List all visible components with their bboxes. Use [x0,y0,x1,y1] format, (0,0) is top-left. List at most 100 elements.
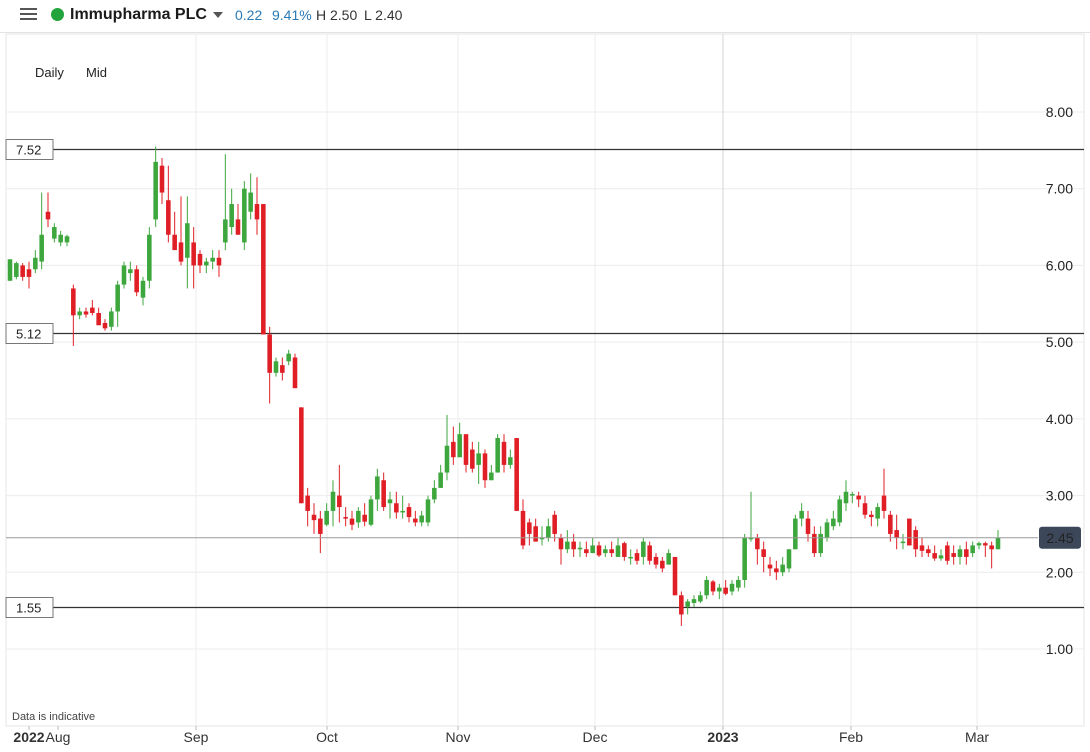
interval-selector[interactable]: Daily [35,65,64,80]
candle [774,560,779,580]
price-level-label: 1.55 [16,601,41,616]
candle-body [913,530,918,550]
candle-body [273,361,279,373]
candle [172,211,177,251]
x-tick-label: Mar [965,729,989,745]
candle [223,154,228,251]
candle [96,307,101,326]
candle [552,510,557,542]
candle [400,495,405,519]
candle-body [590,545,595,554]
candle [489,464,494,481]
candle [742,533,747,588]
candle [102,319,108,331]
candle-body [337,495,342,508]
candle-body [248,192,253,212]
candle-body [736,579,741,588]
price-level-label: 7.52 [16,143,41,158]
candle-body [482,453,488,481]
candle-body [691,599,697,603]
candle [945,541,950,565]
candle-body [660,560,665,569]
y-tick-label: 6.00 [1046,257,1073,273]
candle-body [292,357,298,389]
x-tick-label: Sep [184,729,209,745]
candle-body [33,257,38,270]
candle [140,276,146,306]
x-axis: 2022 Aug Sep Oct Nov Dec 2023 Feb Mar [13,726,989,745]
candle [653,553,659,569]
y-tick-label: 4.00 [1046,411,1073,427]
candle [254,177,260,235]
x-tick-label: 2022 [13,729,44,745]
candle-body [71,288,76,316]
price-type-selector[interactable]: Mid [86,65,107,80]
candle-body [413,518,418,523]
candle-body [147,234,152,281]
candle [710,579,716,596]
candle-body [603,549,608,554]
candle [932,545,937,561]
candle-body [672,556,678,596]
candle [679,591,684,626]
candle-body [77,311,82,316]
candle [235,204,241,235]
candle-body [761,549,766,557]
candle [938,549,944,561]
candlestick-chart[interactable]: 7.52 5.12 1.55 8.00 7.00 6.00 5.00 4.00 3.00 2.0… [0,0,1090,752]
candle [153,146,158,228]
candle-body [159,165,165,193]
candle-body [432,487,437,500]
candle [995,530,1001,550]
candle-body [577,547,583,550]
candle [305,487,310,527]
candle-body [755,537,760,550]
candle [831,510,836,531]
candle [7,259,13,281]
candle-body [381,480,386,508]
candle [147,227,152,289]
candle [242,181,247,251]
candle [755,533,760,565]
candle [565,530,570,554]
candle [634,549,640,565]
candle-body [907,518,912,546]
candle [159,158,165,205]
candle [20,263,25,281]
candle [109,307,114,331]
candle [761,541,766,573]
candle-body [565,541,570,550]
candle-body [394,503,399,513]
candle [913,526,918,557]
candle-body [945,545,950,561]
x-tick-label: 2023 [707,729,738,745]
candle-body [508,457,513,465]
candle [368,495,374,527]
candle [204,257,209,274]
candle-body [951,553,956,557]
candle-body [989,545,994,550]
candle-body [983,543,988,546]
candle [989,541,994,569]
candle-body [666,553,671,565]
candle [647,541,652,565]
candle-body [115,284,120,312]
candle [685,599,690,615]
candle-body [425,499,431,523]
candle-body [102,322,108,329]
candle [197,250,203,274]
candle-body [552,514,557,534]
candle-body [964,549,969,557]
candle-body [533,526,538,542]
candle-body [267,334,272,373]
candle-body [527,522,532,534]
candle-body [457,434,462,458]
candle [837,495,842,527]
candle-body [546,526,551,538]
candle [919,537,925,557]
candle-body [204,261,209,266]
candle-body [843,491,849,504]
candle [463,434,469,473]
candle-body [299,407,304,504]
candle-body [20,265,25,277]
